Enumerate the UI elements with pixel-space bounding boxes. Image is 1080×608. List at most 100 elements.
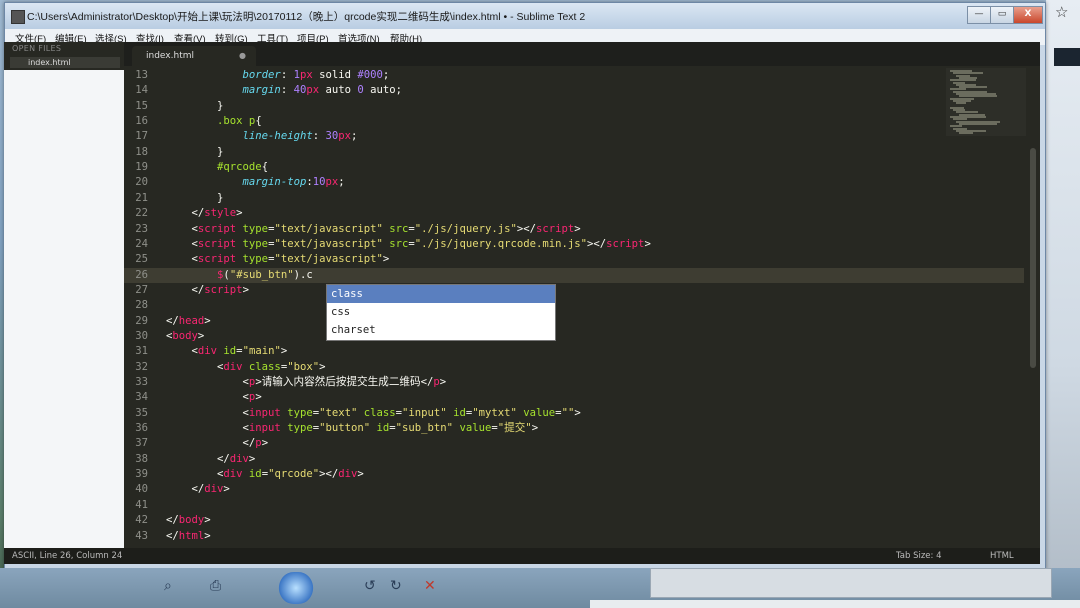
code-line[interactable]: 19 #qrcode{ bbox=[124, 160, 1024, 175]
code-token: "text/javascript" bbox=[274, 237, 383, 250]
code-line[interactable]: 35 <input type="text" class="input" id="… bbox=[124, 406, 1024, 421]
code-token: id bbox=[242, 468, 262, 481]
code-token: type bbox=[280, 406, 313, 419]
autocomplete-item-class[interactable]: class bbox=[327, 285, 555, 303]
code-line[interactable]: 37 </p> bbox=[124, 436, 1024, 451]
line-number: 24 bbox=[135, 237, 148, 250]
code-line[interactable]: 14 margin: 40px auto 0 auto; bbox=[124, 83, 1024, 98]
line-number: 17 bbox=[135, 130, 148, 143]
rotate-right-icon[interactable]: ↻ bbox=[390, 578, 402, 594]
code-line[interactable]: 38 </div> bbox=[124, 452, 1024, 467]
code-token: 30 bbox=[325, 130, 339, 143]
autocomplete-item-charset[interactable]: charset bbox=[327, 321, 555, 339]
code-line[interactable]: 33 <p>请输入内容然后按提交生成二维码</p> bbox=[124, 375, 1024, 390]
code-line[interactable]: 36 <input type="button" id="sub_btn" val… bbox=[124, 421, 1024, 436]
code-token: > bbox=[204, 314, 211, 327]
sidebar-header: OPEN FILES index.html bbox=[4, 42, 124, 70]
code-line[interactable]: 25 <script type="text/javascript"> bbox=[124, 252, 1024, 267]
tab-size-indicator[interactable]: Tab Size: 4 bbox=[896, 551, 942, 561]
code-token: value bbox=[453, 422, 492, 435]
vertical-scrollbar[interactable] bbox=[1028, 68, 1038, 548]
code-line[interactable]: 31 <div id="main"> bbox=[124, 344, 1024, 359]
code-token: > bbox=[531, 422, 539, 435]
title-bar[interactable]: C:\Users\Administrator\Desktop\开始上课\玩法明\… bbox=[5, 3, 1045, 29]
tab-strip: index.html ● bbox=[124, 42, 1040, 66]
code-line[interactable]: 13 border: 1px solid #000; bbox=[124, 68, 1024, 83]
taskbar: ⌕ ⎙ ↺ ↻ ✕ bbox=[0, 568, 1080, 608]
code-token: input bbox=[248, 406, 281, 419]
sidebar-item-index-html[interactable]: index.html bbox=[10, 57, 120, 68]
code-token: solid bbox=[312, 69, 358, 81]
line-content: </script> bbox=[166, 283, 249, 298]
code-line[interactable]: 18 } bbox=[124, 145, 1024, 160]
code-line[interactable]: 16 .box p{ bbox=[124, 114, 1024, 129]
code-line[interactable]: 24 <script type="text/javascript" src=".… bbox=[124, 237, 1024, 252]
code-token: > bbox=[574, 222, 581, 235]
code-line[interactable]: 17 line-height: 30px; bbox=[124, 129, 1024, 144]
code-token: div bbox=[197, 345, 218, 358]
code-token: > bbox=[261, 437, 269, 450]
line-content: </head> bbox=[166, 314, 211, 329]
line-content: <input type="text" class="input" id="myt… bbox=[166, 406, 581, 421]
autocomplete-item-css[interactable]: css bbox=[327, 303, 555, 321]
maximize-button[interactable]: ▭ bbox=[990, 6, 1014, 24]
code-line[interactable]: 27 </script> bbox=[124, 283, 1024, 298]
code-line[interactable]: 32 <div class="box"> bbox=[124, 360, 1024, 375]
code-line[interactable]: 21 } bbox=[124, 191, 1024, 206]
delete-icon[interactable]: ✕ bbox=[424, 578, 436, 594]
line-number: 34 bbox=[135, 391, 148, 404]
minimize-button[interactable]: — bbox=[967, 6, 991, 24]
dark-panel bbox=[1054, 48, 1080, 66]
code-token: "box" bbox=[287, 360, 320, 373]
code-token: > bbox=[382, 253, 390, 266]
code-token: src bbox=[382, 237, 409, 250]
syntax-indicator[interactable]: HTML bbox=[990, 551, 1014, 561]
code-token: </ bbox=[166, 207, 205, 220]
code-token: html bbox=[178, 529, 205, 542]
code-line[interactable]: 34 <p> bbox=[124, 390, 1024, 405]
rotate-left-icon[interactable]: ↺ bbox=[364, 578, 376, 594]
line-content: <div id="main"> bbox=[166, 344, 288, 359]
line-number: 25 bbox=[135, 253, 148, 266]
code-token: script bbox=[204, 283, 243, 296]
code-line[interactable]: 30 <body> bbox=[124, 329, 1024, 344]
code-token: ></ bbox=[587, 237, 607, 250]
code-line[interactable]: 43 </html> bbox=[124, 529, 1024, 544]
code-token: div bbox=[229, 452, 249, 465]
print-icon[interactable]: ⎙ bbox=[210, 578, 221, 594]
star-icon[interactable]: ☆ bbox=[1055, 3, 1068, 21]
code-token: px bbox=[325, 176, 339, 189]
code-area[interactable]: 13 border: 1px solid #000; 14 margin: 40p… bbox=[124, 68, 1024, 548]
code-token: > bbox=[223, 483, 230, 496]
code-line[interactable]: 26 $("#sub_btn").c bbox=[124, 267, 1024, 283]
code-line[interactable]: 23 <script type="text/javascript" src=".… bbox=[124, 222, 1024, 237]
code-token: ; bbox=[351, 130, 358, 143]
unsaved-dot-icon[interactable]: ● bbox=[239, 51, 246, 60]
code-token: : bbox=[312, 130, 326, 143]
media-player-icon[interactable] bbox=[278, 572, 314, 604]
code-line[interactable]: 28 bbox=[124, 298, 1024, 313]
code-token: < bbox=[166, 376, 249, 388]
code-line[interactable]: 20 margin-top:10px; bbox=[124, 175, 1024, 190]
line-content: line-height: 30px; bbox=[166, 129, 358, 144]
code-line[interactable]: 40 </div> bbox=[124, 482, 1024, 497]
code-line[interactable]: 29 </head> bbox=[124, 314, 1024, 329]
line-content: margin: 40px auto 0 auto; bbox=[166, 83, 403, 98]
code-line[interactable]: 22 </style> bbox=[124, 206, 1024, 221]
code-line[interactable]: 39 <div id="qrcode"></div> bbox=[124, 467, 1024, 482]
line-content: .box p{ bbox=[166, 114, 262, 129]
minimap[interactable] bbox=[946, 68, 1026, 136]
code-line[interactable]: 15 } bbox=[124, 99, 1024, 114]
close-button[interactable]: X bbox=[1013, 6, 1043, 24]
code-line[interactable]: 42 </body> bbox=[124, 513, 1024, 528]
tab-index-html[interactable]: index.html ● bbox=[132, 46, 256, 66]
taskbar-scrollbar[interactable] bbox=[590, 600, 1080, 608]
scroll-thumb[interactable] bbox=[1030, 148, 1036, 368]
code-line[interactable]: 41 bbox=[124, 498, 1024, 513]
sidebar: OPEN FILES index.html bbox=[4, 42, 124, 548]
line-number: 32 bbox=[135, 360, 148, 373]
zoom-icon[interactable]: ⌕ bbox=[164, 578, 172, 594]
code-token: > bbox=[574, 406, 581, 419]
